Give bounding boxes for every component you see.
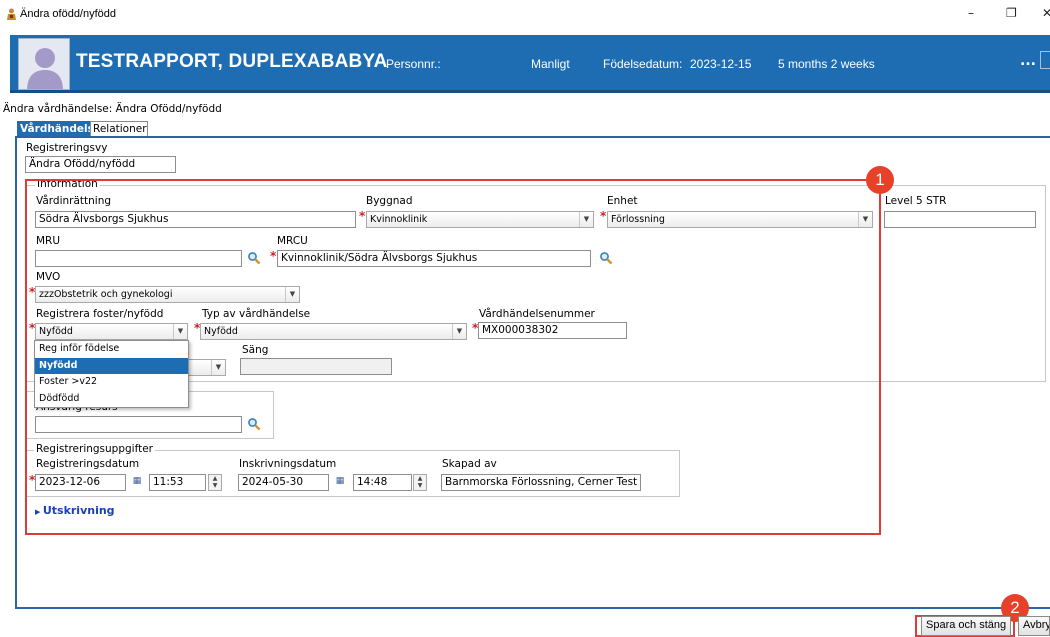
avatar: [18, 38, 70, 90]
cancel-button[interactable]: Avbry: [1018, 616, 1050, 636]
more-menu[interactable]: ...: [1020, 53, 1036, 69]
birthdate: 2023-12-15: [690, 57, 752, 71]
minimize-button[interactable]: –: [968, 6, 974, 20]
registreringsvy-field[interactable]: Ändra Ofödd/nyfödd: [25, 156, 176, 173]
annotation-badge-1: 1: [866, 166, 894, 194]
window-title: Ändra ofödd/nyfödd: [20, 8, 117, 20]
app-icon: [7, 8, 16, 20]
age: 5 months 2 weeks: [778, 57, 875, 71]
highlight-box-information: [25, 179, 881, 535]
registreringsvy-label: Registreringsvy: [26, 142, 108, 154]
tab-relationer[interactable]: Relationer: [90, 121, 148, 136]
banner-expand-button[interactable]: [1040, 51, 1050, 69]
window-titlebar: Ändra ofödd/nyfödd – ❐ ✕: [0, 0, 1050, 30]
close-button[interactable]: ✕: [1042, 6, 1050, 20]
birthdate-label: Födelsedatum:: [603, 57, 683, 71]
level-field[interactable]: [884, 211, 1036, 228]
level-label: Level 5 STR: [885, 195, 947, 207]
gender: Manligt: [531, 57, 570, 71]
patient-name: TESTRAPPORT, DUPLEXABABYA: [76, 51, 388, 72]
person-icon: [19, 39, 69, 89]
restore-button[interactable]: ❐: [1006, 6, 1017, 20]
patient-banner: TESTRAPPORT, DUPLEXABABYA Personnr.: Man…: [10, 35, 1050, 93]
personnr-label: Personnr.:: [386, 57, 441, 71]
save-and-close-button[interactable]: Spara och stäng: [921, 616, 1012, 636]
breadcrumb: Ändra vårdhändelse: Ändra Ofödd/nyfödd: [3, 103, 222, 115]
